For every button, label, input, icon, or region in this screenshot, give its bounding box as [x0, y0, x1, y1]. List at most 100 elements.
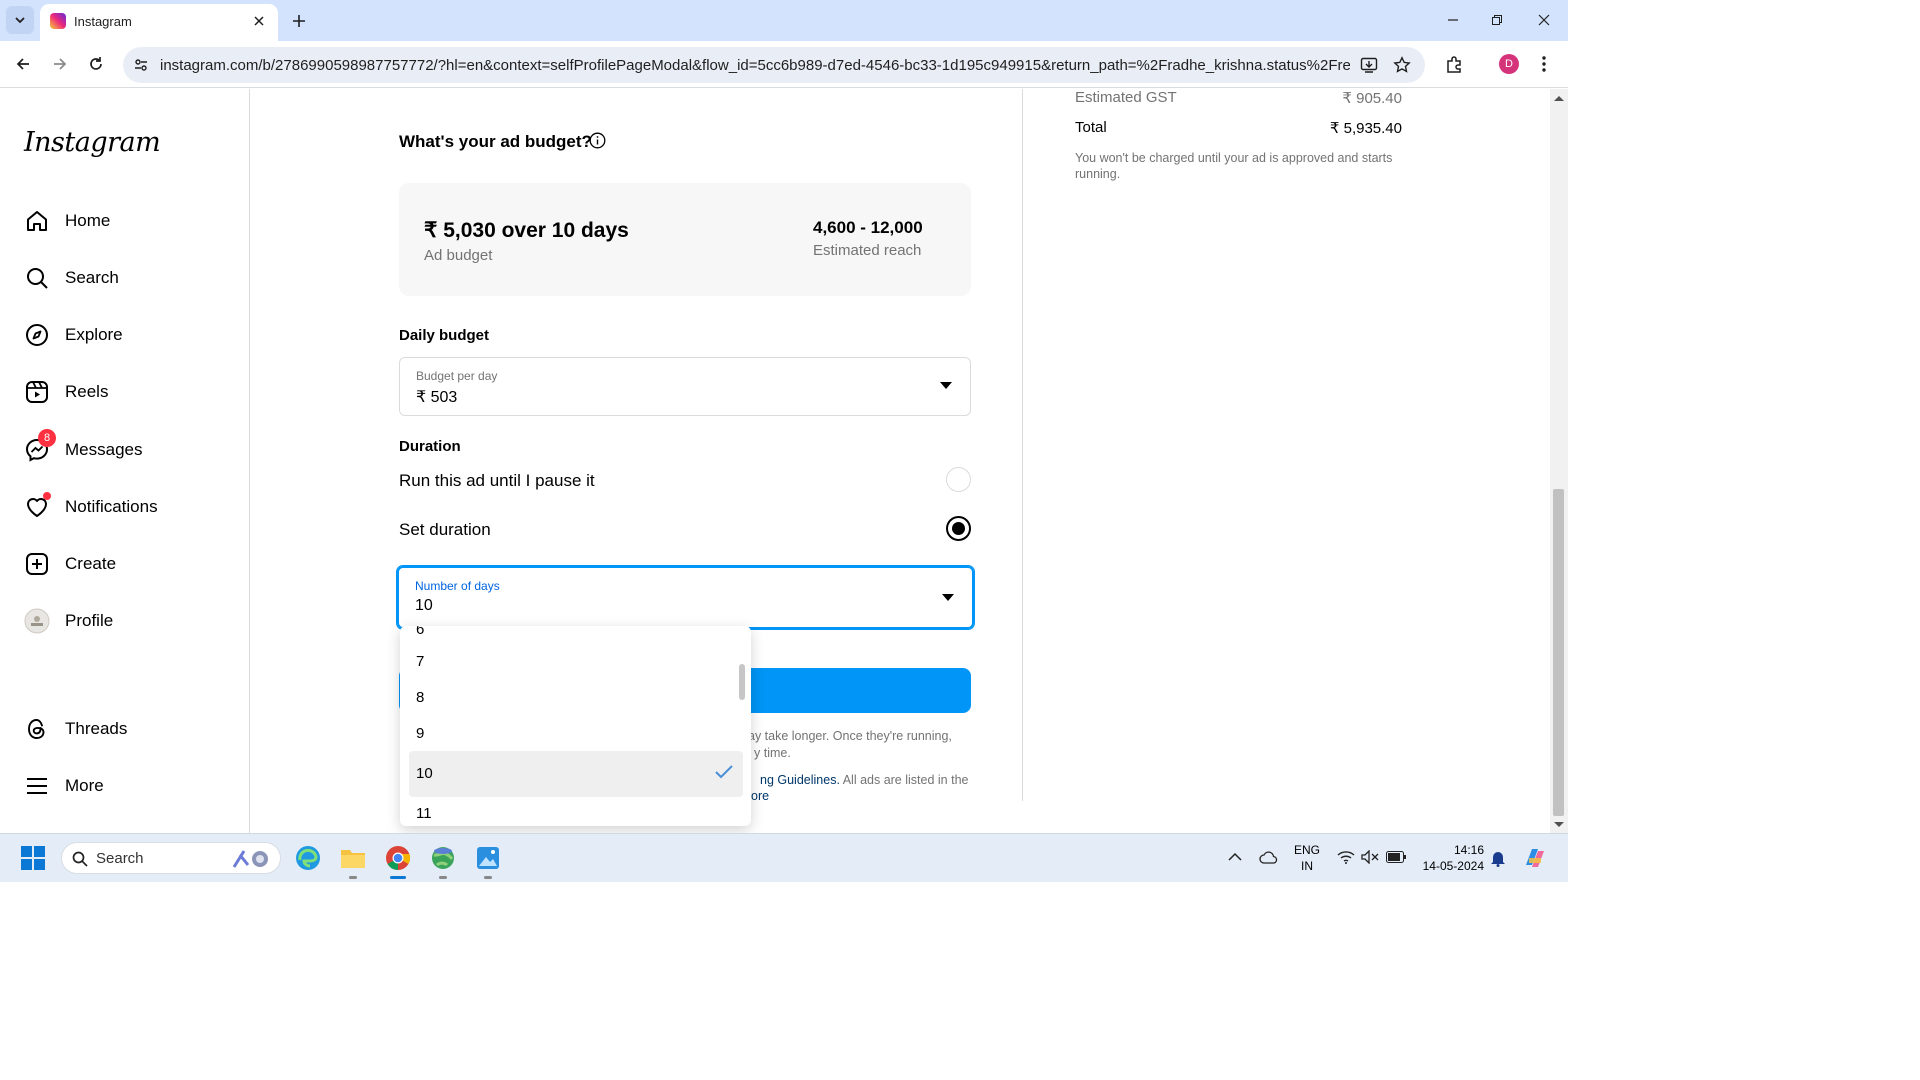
tab-close-button[interactable] [250, 12, 268, 30]
back-button[interactable] [10, 51, 36, 77]
browser-tab-bar: Instagram [0, 0, 1568, 41]
sidebar-item-label: Notifications [65, 497, 158, 516]
advertising-guidelines-link[interactable]: ng Guidelines. [760, 773, 840, 787]
instagram-logo[interactable]: Instagram [24, 127, 161, 158]
sidebar-item-home[interactable]: Home [24, 206, 110, 236]
browser-tab[interactable]: Instagram [40, 4, 278, 41]
start-button[interactable] [18, 843, 48, 873]
windows-taskbar: Search ENG IN 14:16 14-05-2024 [0, 833, 1568, 882]
sidebar-item-more[interactable]: More [24, 771, 104, 801]
set-duration-option[interactable]: Set duration [399, 514, 971, 544]
close-window-button[interactable] [1532, 10, 1556, 30]
copilot-icon[interactable] [1522, 845, 1548, 871]
restore-button[interactable] [1485, 10, 1509, 30]
option-label: 10 [416, 765, 433, 782]
more-vertical-icon[interactable] [1540, 55, 1548, 73]
edge-app[interactable] [293, 843, 323, 873]
wifi-icon[interactable] [1337, 850, 1355, 864]
gst-label: Estimated GST [1075, 89, 1177, 106]
tab-search-button[interactable] [6, 6, 34, 34]
plus-icon [293, 15, 305, 27]
messages-badge: 8 [38, 429, 56, 447]
close-icon [1538, 14, 1550, 26]
profile-avatar-button[interactable]: D [1499, 54, 1519, 74]
dropdown-option[interactable]: 7 [409, 644, 743, 680]
ad-budget-amount: ₹ 5,030 over 10 days [424, 219, 629, 242]
daily-budget-select[interactable]: Budget per day ₹ 503 [399, 357, 971, 416]
globe-app[interactable] [428, 843, 458, 873]
clock-date[interactable]: 14-05-2024 [1410, 859, 1484, 873]
reels-icon [26, 381, 48, 403]
sidebar-item-search[interactable]: Search [24, 263, 119, 293]
url-text[interactable]: instagram.com/b/2786990598987757772/?hl=… [160, 57, 1350, 74]
language-code[interactable]: ENG [1293, 843, 1321, 857]
sidebar-item-threads[interactable]: Threads [24, 714, 127, 744]
onedrive-cloud-icon[interactable] [1259, 850, 1279, 864]
volume-muted-icon[interactable] [1361, 850, 1379, 864]
reload-button[interactable] [83, 51, 109, 77]
sidebar-item-label: Create [65, 554, 117, 573]
edge-icon [296, 846, 320, 870]
compass-icon [26, 324, 48, 346]
bookmark-star-icon[interactable] [1393, 56, 1411, 74]
info-icon[interactable] [589, 132, 606, 149]
site-settings-icon[interactable] [133, 57, 149, 73]
battery-icon[interactable] [1386, 851, 1406, 863]
forward-button[interactable] [47, 51, 73, 77]
chevron-up-icon[interactable] [1228, 852, 1242, 862]
sidebar-item-notifications[interactable]: Notifications [24, 492, 158, 522]
search-icon [72, 851, 88, 867]
clock-time[interactable]: 14:16 [1410, 843, 1484, 857]
install-app-icon[interactable] [1360, 56, 1378, 74]
run-until-paused-radio[interactable] [946, 467, 971, 492]
sidebar-item-reels[interactable]: Reels [24, 377, 108, 407]
minimize-icon [1448, 19, 1458, 21]
sidebar-item-messages[interactable]: 8 Messages [24, 429, 143, 465]
address-bar[interactable]: instagram.com/b/2786990598987757772/?hl=… [123, 47, 1425, 83]
dropdown-option[interactable]: 8 [409, 680, 743, 716]
arrow-left-icon [16, 58, 29, 70]
sidebar-item-label: Messages [65, 440, 143, 459]
total-label: Total [1075, 119, 1107, 136]
file-explorer-app[interactable] [338, 843, 368, 873]
notification-bell-icon[interactable] [1490, 849, 1506, 867]
page-scrollbar-thumb[interactable] [1553, 489, 1564, 816]
dropdown-option-selected[interactable]: 10 [409, 751, 743, 797]
dropdown-scrollbar-thumb[interactable] [739, 664, 745, 700]
arrow-right-icon [54, 58, 67, 70]
threads-icon [28, 719, 45, 739]
number-of-days-dropdown[interactable]: 6 7 8 9 10 11 [400, 626, 751, 826]
photos-app[interactable] [473, 843, 503, 873]
hamburger-icon [27, 778, 47, 794]
taskbar-search-box[interactable]: Search [61, 842, 281, 874]
ad-budget-label: Ad budget [424, 247, 493, 264]
run-until-paused-option[interactable]: Run this ad until I pause it [399, 465, 971, 495]
taskbar-search-label: Search [96, 850, 144, 867]
caret-down-icon [940, 382, 952, 389]
number-of-days-select[interactable]: Number of days 10 [397, 566, 974, 629]
sidebar-item-create[interactable]: Create [24, 549, 116, 579]
language-region[interactable]: IN [1293, 859, 1321, 873]
dropdown-option[interactable]: 11 [409, 796, 743, 826]
sidebar-item-label: Explore [65, 325, 123, 344]
profile-avatar [24, 608, 50, 634]
sidebar-item-label: Home [65, 211, 111, 230]
new-tab-button[interactable] [288, 10, 310, 32]
windows-logo-icon [21, 846, 45, 870]
legal-text-fragment: All ads are listed in the [839, 773, 969, 787]
extensions-icon[interactable] [1445, 55, 1464, 74]
chrome-app[interactable] [383, 843, 413, 873]
learn-more-link[interactable]: ore [751, 789, 769, 803]
sidebar-item-profile[interactable]: Profile [24, 606, 113, 636]
page-scrollbar[interactable] [1550, 89, 1568, 833]
minimize-button[interactable] [1441, 10, 1465, 30]
sidebar-item-label: Reels [65, 382, 109, 401]
scroll-down-icon[interactable] [1554, 822, 1564, 828]
sidebar-item-explore[interactable]: Explore [24, 320, 123, 350]
learn-more-link-text[interactable]: ore [751, 789, 769, 803]
scroll-up-icon[interactable] [1554, 95, 1564, 101]
option-label: 6 [416, 626, 425, 638]
restore-icon [1492, 15, 1502, 25]
dropdown-option[interactable]: 9 [409, 716, 743, 752]
set-duration-radio[interactable] [946, 516, 971, 541]
